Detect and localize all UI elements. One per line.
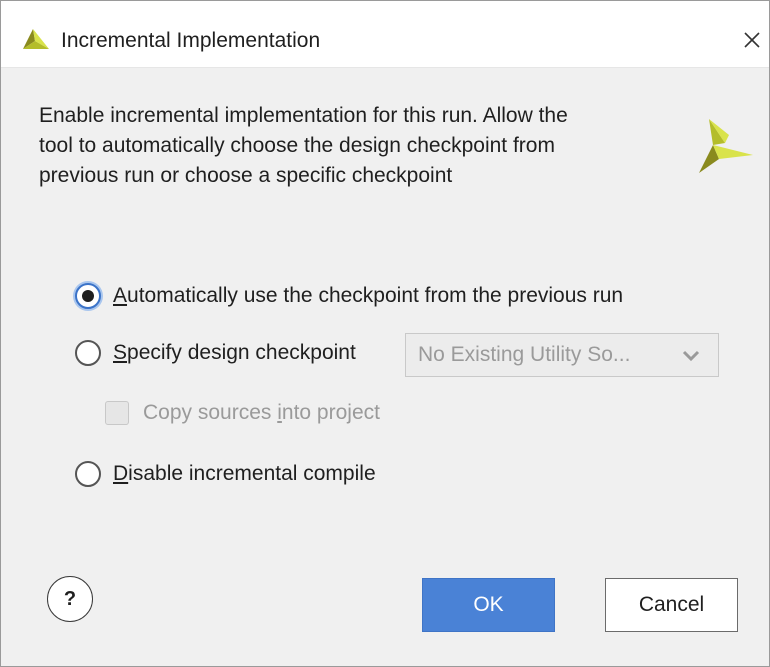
radio-button-checked[interactable] [75,283,101,309]
xilinx-logo-icon [699,119,753,173]
help-button[interactable]: ? [47,576,93,622]
window-title: Incremental Implementation [61,29,321,52]
copy-sources-checkbox-row[interactable]: Copy sources into project [105,401,380,425]
copy-sources-label[interactable]: Copy sources into project [143,401,380,425]
cancel-button[interactable]: Cancel [605,578,738,632]
ok-button[interactable]: OK [422,578,555,632]
radio-auto-checkpoint[interactable]: Automatically use the checkpoint from th… [75,283,623,309]
radio-button[interactable] [75,461,101,487]
chevron-down-icon [682,350,700,362]
description-line: tool to automatically choose the design … [39,134,555,157]
close-icon[interactable] [737,25,767,55]
description-line: Enable incremental implementation for th… [39,104,568,127]
radio-dot [82,290,94,302]
radio-button[interactable] [75,340,101,366]
radio-disable-incremental[interactable]: Disable incremental compile [75,461,376,487]
checkpoint-select-value: No Existing Utility So... [418,343,631,366]
description-line: previous run or choose a specific checkp… [39,164,453,187]
copy-sources-checkbox[interactable] [105,401,129,425]
radio-auto-label[interactable]: Automatically use the checkpoint from th… [113,284,623,308]
radio-disable-label[interactable]: Disable incremental compile [113,462,376,486]
title-bar: Incremental Implementation [1,1,769,68]
radio-specify-checkpoint[interactable]: Specify design checkpoint [75,340,356,366]
vivado-logo-icon [23,29,49,49]
incremental-implementation-dialog: Incremental Implementation Enable increm… [0,0,770,667]
checkpoint-select[interactable]: No Existing Utility So... [405,333,719,377]
radio-specify-label[interactable]: Specify design checkpoint [113,341,356,365]
description-text: Enable incremental implementation for th… [39,101,679,191]
